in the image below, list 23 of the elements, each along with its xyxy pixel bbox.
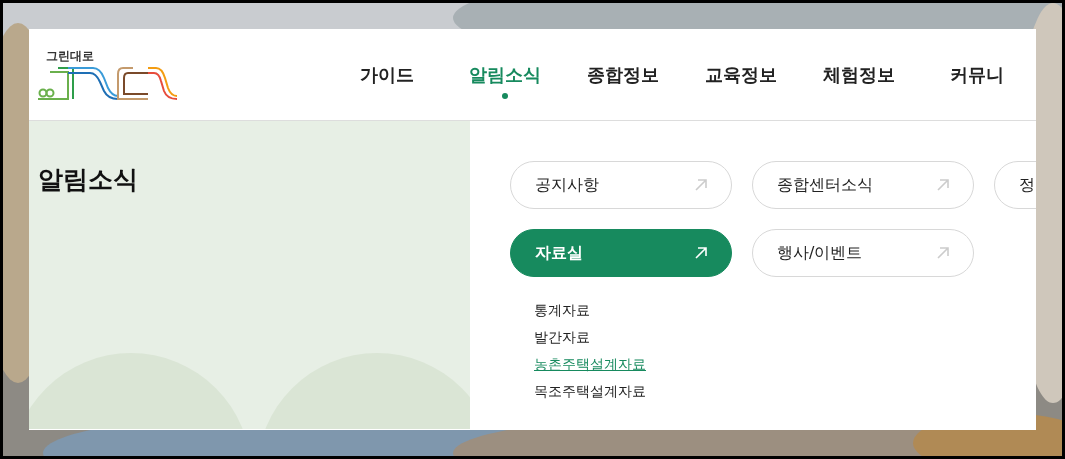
menu-button[interactable]: 공지사항: [510, 161, 732, 209]
menu-button[interactable]: 정: [994, 161, 1036, 209]
submenu-link[interactable]: 통계자료: [534, 297, 590, 324]
menu-button[interactable]: 행사/이벤트: [752, 229, 974, 277]
nav-link[interactable]: 종합정보: [564, 61, 682, 88]
logo-drawing[interactable]: [38, 65, 178, 100]
arrow-icon: [937, 179, 949, 191]
arrow-icon: [937, 247, 949, 259]
submenu-link[interactable]: 발간자료: [534, 324, 590, 351]
active-dot: [502, 93, 508, 99]
section-title: 알림소식: [38, 164, 138, 196]
menu-button[interactable]: 자료실: [510, 229, 732, 277]
nav-link[interactable]: 알림소식: [446, 61, 564, 88]
submenu-link[interactable]: 농촌주택설계자료: [534, 351, 646, 378]
submenu-link[interactable]: 목조주택설계자료: [534, 378, 646, 405]
nav-link[interactable]: 체험정보: [800, 61, 918, 88]
menu-button[interactable]: 종합센터소식: [752, 161, 974, 209]
nav-link[interactable]: 커뮤니: [918, 61, 1036, 88]
nav-link[interactable]: 가이드: [328, 61, 446, 88]
nav-link[interactable]: 교육정보: [682, 61, 800, 88]
arrow-icon: [695, 179, 707, 191]
arrow-icon: [695, 247, 707, 259]
logo-text: 그린대로: [46, 49, 95, 62]
